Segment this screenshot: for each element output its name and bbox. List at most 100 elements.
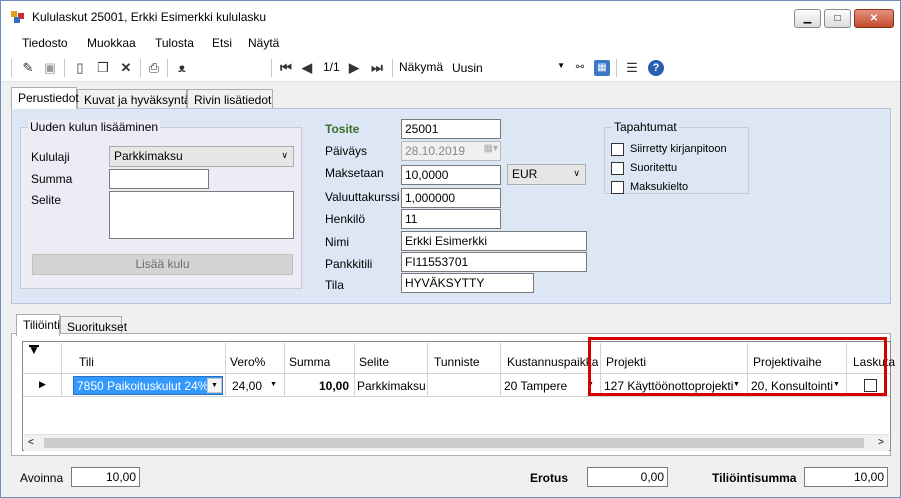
first-record-icon[interactable]: ⏮ [278,60,294,76]
posting-sum-label: Tiliöintisumma [712,471,797,485]
app-window: Kululaskut 25001, Erkki Esimerkki kulula… [0,0,901,498]
current-row-indicator-icon: ▶ [39,379,46,389]
delete-icon[interactable]: ✕ [118,60,134,76]
cell-tili[interactable]: 7850 Paikoituskulut 24% [73,376,223,395]
events-group: Tapahtumat Siirretty kirjanpitoon Suorit… [604,120,749,194]
menu-edit[interactable]: Muokkaa [87,36,136,50]
edit-icon[interactable]: ✎ [20,60,36,76]
header-tunniste[interactable]: Tunniste [434,355,480,369]
payment-block-label: Maksukielto [630,181,689,193]
posting-sum-value: 10,00 [804,467,888,487]
menu-search[interactable]: Etsi [212,36,232,50]
cell-tili-value: 7850 Paikoituskulut 24% [77,379,209,393]
scroll-left-icon[interactable]: < [28,437,34,448]
previous-record-icon[interactable]: ◀ [299,60,315,76]
currency-value: EUR [512,167,538,181]
transferred-checkbox[interactable] [611,143,624,156]
copy-icon[interactable]: ❐ [95,60,111,76]
link-icon[interactable]: ⚯ [572,60,588,76]
record-pager: 1/1 [323,60,340,74]
bank-account-input[interactable]: FI11553701 [401,252,587,272]
save-icon[interactable]: ▣ [42,60,58,76]
tosite-input[interactable]: 25001 [401,119,501,139]
calendar-icon: ▦▾ [483,143,498,154]
list-view-icon[interactable]: ☰ [624,60,640,76]
search-input[interactable] [197,58,269,78]
tab-kuvat[interactable]: Kuvat ja hyväksyntä [77,89,191,109]
title-bar: Kululaskut 25001, Erkki Esimerkki kulula… [1,1,900,32]
tab-perustiedot[interactable]: Perustiedot [11,87,79,109]
vero-dropdown-icon[interactable]: ▼ [266,378,281,393]
tili-dropdown-icon[interactable]: ▼ [207,378,222,393]
window-title: Kululaskut 25001, Erkki Esimerkki kulula… [32,10,267,24]
add-expense-button[interactable]: Lisää kulu [32,254,293,275]
sum-label: Summa [31,172,73,186]
completed-checkbox[interactable] [611,162,624,175]
payment-block-checkbox[interactable] [611,181,624,194]
view-select[interactable]: Uusin ▼ [448,58,568,78]
name-label: Nimi [325,235,349,249]
header-tili[interactable]: Tili [79,355,94,369]
paid-label: Maksetaan [325,166,384,180]
expense-type-label: Kululaji [31,150,70,164]
new-expense-group: Uuden kulun lisääminen Kululaji Parkkima… [20,120,302,289]
new-document-icon[interactable]: ▯ [72,60,88,76]
cell-summa[interactable]: 10,00 [289,379,349,393]
description-input[interactable] [109,191,294,239]
close-button[interactable]: ✕ [854,9,894,28]
events-title: Tapahtumat [612,120,679,134]
sum-input[interactable] [109,169,209,189]
header-kustannuspaikka[interactable]: Kustannuspaikka [507,355,598,369]
scroll-right-icon[interactable]: > [878,437,884,448]
date-input: 28.10.2019 ▦▾ [401,141,501,161]
difference-value: 0,00 [587,467,668,487]
cell-selite[interactable]: Parkkimaksu [357,379,426,393]
paid-input[interactable]: 10,0000 [401,165,501,185]
next-record-icon[interactable]: ▶ [346,60,362,76]
header-vero[interactable]: Vero% [230,355,265,369]
completed-label: Suoritettu [630,162,678,174]
chevron-down-icon: ∨ [573,168,580,178]
binoculars-icon[interactable]: ᴥ [174,60,190,76]
description-label: Selite [31,193,62,207]
app-icon [11,11,25,23]
header-selite[interactable]: Selite [359,355,389,369]
state-label: Tila [325,278,344,292]
maximize-button[interactable]: □ [824,9,851,28]
menu-print[interactable]: Tulosta [155,36,194,50]
person-label: Henkilö [325,212,366,226]
difference-label: Erotus [530,471,569,485]
calculator-icon[interactable]: ▦ [594,60,610,76]
currency-select[interactable]: EUR ∨ [507,164,586,185]
bank-account-label: Pankkitili [325,257,373,271]
scrollbar-thumb[interactable] [44,438,864,448]
new-expense-title: Uuden kulun lisääminen [28,120,161,134]
print-icon[interactable]: ⎙ [146,60,162,76]
tab-tiliointi[interactable]: Tiliöinti [16,314,60,336]
menu-view[interactable]: Näytä [248,36,279,50]
transferred-label: Siirretty kirjanpitoon [630,143,727,155]
last-record-icon[interactable]: ⏭ [369,60,385,76]
cell-vero[interactable]: 24,00 [232,379,262,393]
tab-rivin-lisatiedot[interactable]: Rivin lisätiedot [187,89,273,109]
rate-input[interactable]: 1,000000 [401,188,501,208]
horizontal-scrollbar[interactable]: < > [24,434,889,451]
state-input[interactable]: HYVÄKSYTTY [401,273,534,293]
date-label: Päiväys [325,144,368,158]
date-value: 28.10.2019 [405,144,466,158]
cell-kustannuspaikka[interactable]: 20 Tampere [504,379,567,393]
tosite-label: Tosite [325,122,360,136]
help-icon[interactable]: ? [648,60,664,76]
menu-file[interactable]: Tiedosto [22,36,68,50]
menu-bar: Tiedosto Muokkaa Tulosta Etsi Näytä [1,32,900,54]
chevron-down-icon: ▼ [557,61,565,70]
minimize-button[interactable]: ▁ [794,9,821,28]
expense-type-select[interactable]: Parkkimaksu ∨ [109,146,294,167]
expense-type-value: Parkkimaksu [114,149,183,163]
name-input[interactable]: Erkki Esimerkki [401,231,587,251]
view-label: Näkymä [399,60,444,74]
open-label: Avoinna [20,471,64,485]
person-input[interactable]: 11 [401,209,501,229]
rate-label: Valuuttakurssi [325,190,400,204]
header-summa[interactable]: Summa [289,355,330,369]
